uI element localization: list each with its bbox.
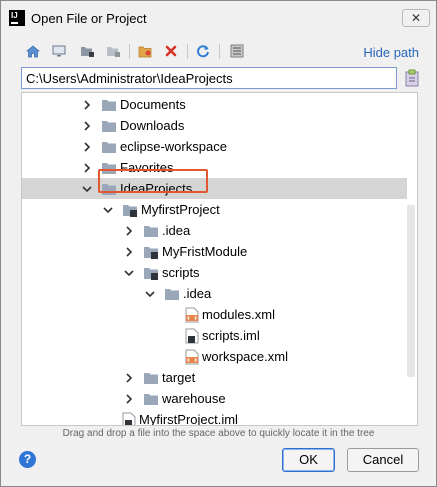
new-folder-icon[interactable]: [135, 41, 155, 61]
hide-path-link[interactable]: Hide path: [363, 45, 419, 60]
chevron-right-icon[interactable]: [80, 140, 94, 154]
tree-row-label: MyfirstProject.iml: [139, 412, 238, 426]
tree-row-label: Documents: [120, 97, 186, 112]
tree-row[interactable]: scripts.iml: [22, 325, 407, 346]
path-history-icon[interactable]: [404, 69, 420, 87]
cancel-button[interactable]: Cancel: [347, 448, 419, 472]
toolbar: Hide path: [1, 39, 436, 65]
folder-icon: [101, 161, 117, 175]
tree-row[interactable]: MyfirstProject: [22, 199, 407, 220]
chevron-down-icon[interactable]: [122, 266, 136, 280]
drag-drop-hint: Drag and drop a file into the space abov…: [62, 428, 375, 439]
chevron-down-icon[interactable]: [101, 203, 115, 217]
tree-row[interactable]: .idea: [22, 220, 407, 241]
toolbar-separator: [129, 44, 130, 59]
tree-row[interactable]: Documents: [22, 94, 407, 115]
help-button[interactable]: ?: [19, 451, 36, 468]
chevron-right-icon[interactable]: [80, 98, 94, 112]
tree-row[interactable]: Downloads: [22, 115, 407, 136]
tree-row[interactable]: MyfirstProject.iml: [22, 409, 407, 426]
chevron-right-icon[interactable]: [80, 161, 94, 175]
xml-file-icon: [185, 307, 199, 323]
tree-scrollbar[interactable]: [407, 93, 417, 425]
tree-row[interactable]: modules.xml: [22, 304, 407, 325]
tree-scrollbar-thumb[interactable]: [407, 205, 415, 377]
desktop-icon[interactable]: [49, 41, 69, 61]
tree-row-label: IdeaProjects: [120, 181, 193, 196]
folder-icon: [101, 182, 117, 196]
project-icon[interactable]: [77, 41, 97, 61]
tree-row[interactable]: IdeaProjects: [22, 178, 417, 199]
chevron-down-icon[interactable]: [143, 287, 157, 301]
refresh-icon[interactable]: [193, 41, 213, 61]
show-hidden-icon[interactable]: [227, 41, 247, 61]
tree-row-label: Downloads: [120, 118, 185, 133]
intellij-app-icon: IJ: [9, 10, 25, 26]
folder-icon: [143, 224, 159, 238]
tree-row-label: .idea: [183, 286, 212, 301]
module-folder-icon: [143, 245, 159, 259]
module-folder-icon: [122, 203, 138, 217]
delete-icon[interactable]: [161, 41, 181, 61]
tree-row-label: Favorites: [120, 160, 174, 175]
title-bar: IJ Open File or Project ✕: [1, 1, 436, 37]
chevron-down-icon[interactable]: [80, 182, 94, 196]
tree-row-label: modules.xml: [202, 307, 275, 322]
tree-row[interactable]: eclipse-workspace: [22, 136, 407, 157]
tree-row-label: workspace.xml: [202, 349, 288, 364]
chevron-right-icon[interactable]: [122, 371, 136, 385]
tree-row-label: target: [162, 370, 196, 385]
tree-row-label: MyfirstProject: [141, 202, 220, 217]
tree-row[interactable]: .idea: [22, 283, 407, 304]
chevron-right-icon[interactable]: [122, 245, 136, 259]
folder-icon: [101, 98, 117, 112]
path-input[interactable]: [21, 67, 397, 89]
chevron-right-icon[interactable]: [122, 224, 136, 238]
window-title: Open File or Project: [31, 11, 147, 26]
tree-row[interactable]: workspace.xml: [22, 346, 407, 367]
iml-file-icon: [122, 412, 136, 425]
ok-button[interactable]: OK: [282, 448, 335, 472]
tree-row[interactable]: Favorites: [22, 157, 407, 178]
file-tree[interactable]: MyfirstProject.iml warehouse target workspa…: [21, 92, 418, 426]
toolbar-separator: [219, 44, 220, 59]
home-icon[interactable]: [23, 41, 43, 61]
tree-row-label: eclipse-workspace: [120, 139, 227, 154]
tree-row-label: warehouse: [162, 391, 226, 406]
open-file-dialog: IJ Open File or Project ✕ Hide path C:\U…: [0, 0, 437, 487]
chevron-right-icon[interactable]: [80, 119, 94, 133]
tree-row[interactable]: warehouse: [22, 388, 407, 409]
tree-row[interactable]: scripts: [22, 262, 407, 283]
folder-icon: [164, 287, 180, 301]
close-button[interactable]: ✕: [402, 9, 430, 27]
tree-row-label: .idea: [162, 223, 191, 238]
iml-file-icon: [185, 328, 199, 344]
toolbar-separator: [187, 44, 188, 59]
folder-icon: [143, 392, 159, 406]
tree-row[interactable]: MyFristModule: [22, 241, 407, 262]
tree-row-label: scripts.iml: [202, 328, 260, 343]
tree-row-label: scripts: [162, 265, 200, 280]
folder-icon: [101, 140, 117, 154]
module-folder-icon: [143, 266, 159, 280]
tree-row-label: MyFristModule: [162, 244, 248, 259]
module-icon[interactable]: [103, 41, 123, 61]
tree-row[interactable]: target: [22, 367, 407, 388]
folder-icon: [101, 119, 117, 133]
xml-file-icon: [185, 349, 199, 365]
folder-icon: [143, 371, 159, 385]
chevron-right-icon[interactable]: [122, 392, 136, 406]
